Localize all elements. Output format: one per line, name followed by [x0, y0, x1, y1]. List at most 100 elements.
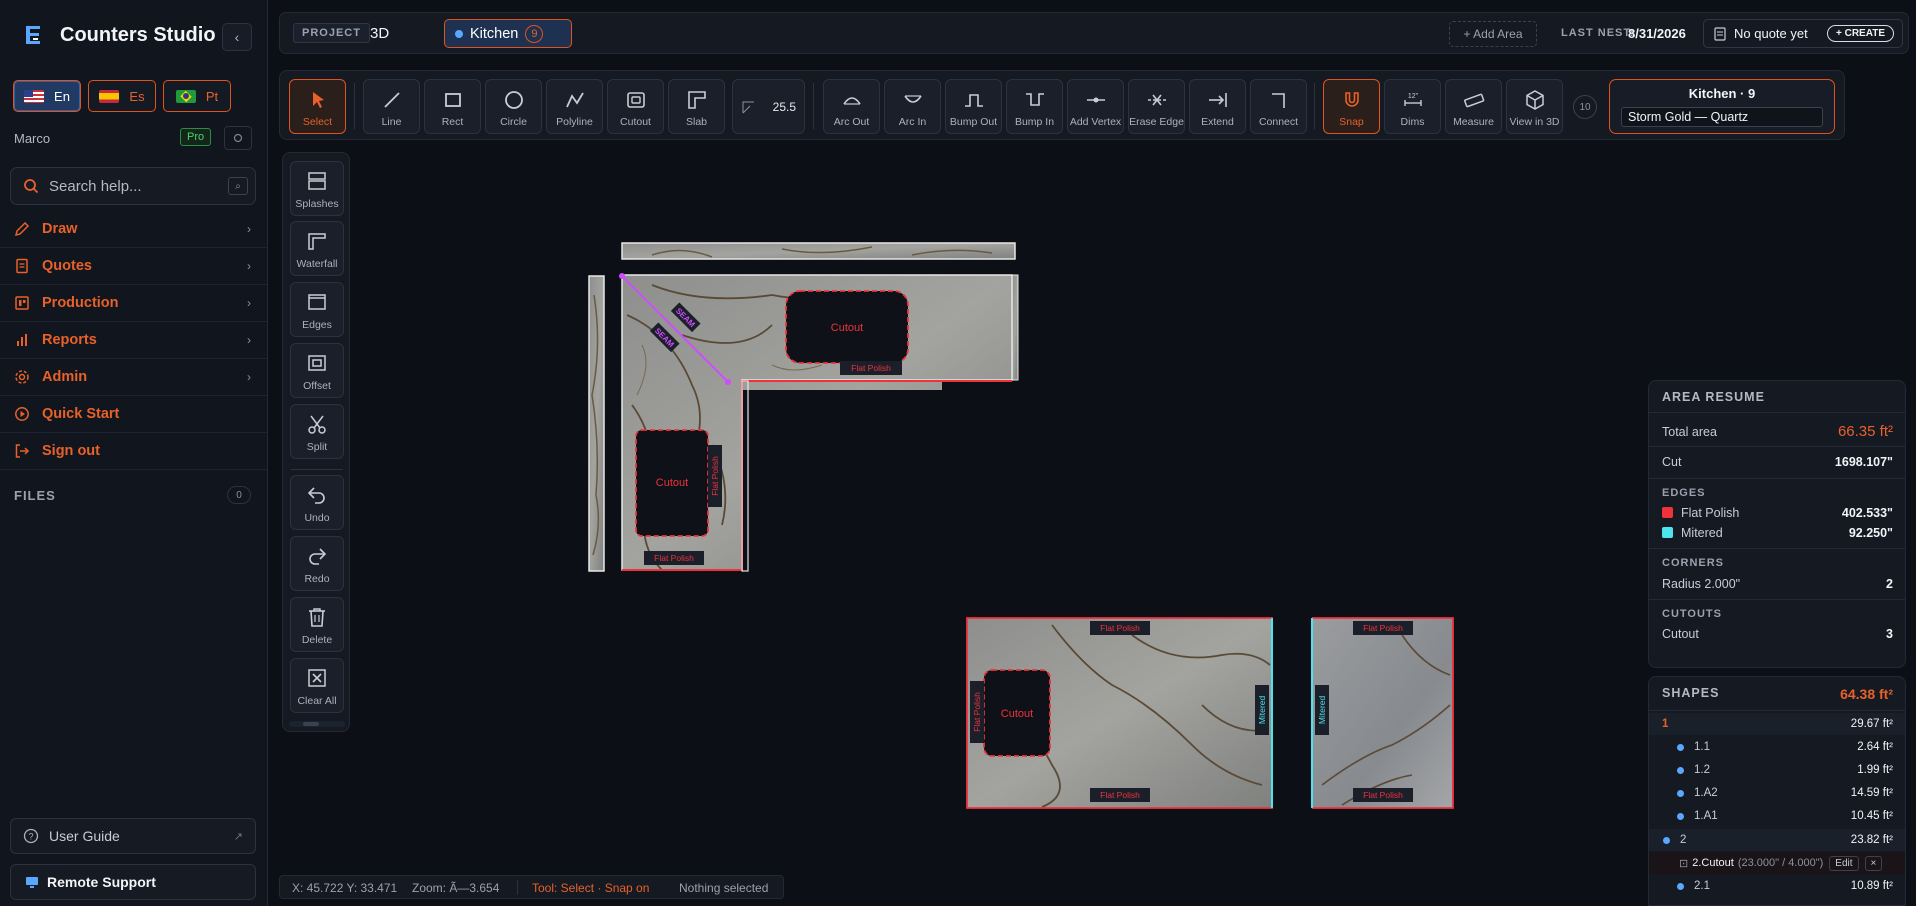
- side-tool-splashes[interactable]: Splashes: [290, 161, 344, 216]
- add-area-button[interactable]: + Add Area: [1449, 21, 1537, 47]
- tool-add-vertex[interactable]: Add Vertex: [1067, 79, 1124, 134]
- production-icon: [15, 296, 29, 310]
- edges-icon: [308, 294, 326, 310]
- shape-row[interactable]: 2 23.82 ft²: [1649, 829, 1905, 851]
- language-switcher: En Es Pt: [13, 80, 231, 112]
- tool-slab[interactable]: Slab: [668, 79, 725, 134]
- nav-item-quick-start[interactable]: Quick Start: [0, 396, 267, 433]
- user-settings-button[interactable]: [224, 126, 252, 150]
- shape-area: 1.99 ft²: [1857, 764, 1893, 776]
- nav-item-quotes[interactable]: Quotes ›: [0, 248, 267, 285]
- tool-rect[interactable]: Rect: [424, 79, 481, 134]
- flat-polish-tag: Flat Polish: [1100, 623, 1140, 633]
- nav-item-sign-out[interactable]: Sign out: [0, 433, 267, 470]
- tool-line[interactable]: Line: [363, 79, 420, 134]
- nav-item-admin[interactable]: Admin ›: [0, 359, 267, 396]
- language-es-button[interactable]: Es: [88, 80, 156, 112]
- nav-item-draw[interactable]: Draw ›: [0, 211, 267, 248]
- last-nest-date: 8/31/2026: [1628, 26, 1686, 41]
- flat-polish-tag: Flat Polish: [1363, 790, 1403, 800]
- create-quote-button[interactable]: + CREATE: [1827, 25, 1894, 42]
- total-area-row: Total area 66.35 ft²: [1662, 423, 1893, 440]
- edit-cutout-button[interactable]: Edit: [1829, 855, 1859, 871]
- tool-select[interactable]: Select: [289, 79, 346, 134]
- bump-out-icon: [964, 94, 983, 107]
- side-tool-redo[interactable]: Redo: [290, 536, 344, 591]
- sidebar: Counters Studio ‹ En Es Pt Marco Pro ⌕ D…: [0, 0, 268, 906]
- shape-row[interactable]: 1.2 1.99 ft²: [1649, 759, 1905, 781]
- gear-icon: [15, 370, 29, 384]
- tool-bump-in[interactable]: Bump In: [1006, 79, 1063, 134]
- side-tool-edges[interactable]: Edges: [290, 282, 344, 337]
- flat-polish-swatch: [1662, 507, 1673, 518]
- side-tool-waterfall[interactable]: Waterfall: [290, 221, 344, 276]
- tool-cutout[interactable]: Cutout: [607, 79, 664, 134]
- mitered-tag: Mitered: [1317, 696, 1327, 725]
- tool-label: Line: [381, 116, 402, 128]
- tool-circle[interactable]: Circle: [485, 79, 542, 134]
- tool-polyline[interactable]: Polyline: [546, 79, 603, 134]
- side-tool-label: Redo: [304, 573, 330, 585]
- cutout-shape-row[interactable]: ⊡ 2.Cutout (23.000" / 4.000") Edit ×: [1649, 852, 1905, 874]
- tool-bump-out[interactable]: Bump Out: [945, 79, 1002, 134]
- arc-in-icon: [903, 95, 922, 103]
- undo-icon: [307, 487, 325, 504]
- files-count-badge: 0: [227, 486, 251, 504]
- tool-label: Extend: [1201, 116, 1234, 128]
- shape-row[interactable]: 1.1 2.64 ft²: [1649, 736, 1905, 758]
- side-tool-undo[interactable]: Undo: [290, 475, 344, 530]
- remote-support-button[interactable]: Remote Support: [10, 864, 256, 900]
- tool-label: Select: [302, 116, 333, 128]
- side-tool-delete[interactable]: Delete: [290, 597, 344, 652]
- drawing-canvas[interactable]: Cutout Flat Polish Cutout Flat Polish Fl…: [352, 145, 1642, 865]
- tool-erase-edge[interactable]: Erase Edge: [1128, 79, 1185, 134]
- panel-divider: [1649, 710, 1905, 711]
- tool-arc-in[interactable]: Arc In: [884, 79, 941, 134]
- shape-row[interactable]: 2.1 10.89 ft²: [1649, 875, 1905, 897]
- side-tool-split[interactable]: Split: [290, 404, 344, 459]
- area-tab-kitchen[interactable]: Kitchen 9: [444, 19, 572, 48]
- side-panel-piece[interactable]: [1311, 617, 1454, 809]
- shape-row[interactable]: 1 29.67 ft²: [1649, 713, 1905, 735]
- toolbar-separator: [813, 83, 814, 129]
- remove-cutout-button[interactable]: ×: [1864, 855, 1883, 871]
- panel-scrollbar[interactable]: [289, 721, 345, 727]
- nav-item-reports[interactable]: Reports ›: [0, 322, 267, 359]
- cutout-row-name: 2.Cutout: [1692, 857, 1734, 869]
- language-en-button[interactable]: En: [13, 80, 81, 112]
- shape-id: 1: [1662, 718, 1669, 730]
- tool-snap[interactable]: Snap: [1323, 79, 1380, 134]
- shape-row[interactable]: 1.A1 10.45 ft²: [1649, 805, 1905, 827]
- shape-row[interactable]: 1.A2 14.59 ft²: [1649, 782, 1905, 804]
- area-material-card[interactable]: Kitchen · 9 Storm Gold — Quartz: [1609, 79, 1835, 134]
- language-pt-button[interactable]: Pt: [163, 80, 231, 112]
- shape-dot-icon: [1663, 836, 1670, 844]
- side-tool-clear-all[interactable]: Clear All: [290, 658, 344, 713]
- tool-label: Slab: [685, 116, 707, 128]
- tool-arc-out[interactable]: Arc Out: [823, 79, 880, 134]
- es-flag-icon: [99, 89, 120, 103]
- edge-row-mitered: Mitered 92.250": [1662, 526, 1893, 540]
- right-splash-piece[interactable]: [1011, 274, 1019, 381]
- corner-radius-input[interactable]: 25.5: [732, 79, 805, 134]
- tool-measure[interactable]: Measure: [1445, 79, 1502, 134]
- material-select[interactable]: Storm Gold — Quartz: [1621, 107, 1823, 127]
- tool-label: Connect: [1258, 116, 1299, 128]
- redo-icon: [309, 548, 327, 565]
- tool-view-3d[interactable]: View in 3D: [1506, 79, 1563, 134]
- cutout-row-dims: (23.000" / 4.000"): [1737, 857, 1824, 869]
- side-tool-label: Split: [306, 441, 328, 453]
- tool-connect[interactable]: Connect: [1250, 79, 1307, 134]
- search-input[interactable]: [49, 177, 219, 195]
- user-guide-button[interactable]: ? User Guide ↗: [10, 818, 256, 854]
- clear-all-icon: [308, 669, 326, 687]
- collapse-sidebar-button[interactable]: ‹: [222, 23, 252, 51]
- tool-extend[interactable]: Extend: [1189, 79, 1246, 134]
- cutout-label: Cutout: [656, 477, 688, 489]
- project-name[interactable]: 3D: [370, 25, 389, 42]
- tool-dims[interactable]: 12" Dims: [1384, 79, 1441, 134]
- total-area-value: 66.35 ft²: [1837, 423, 1893, 440]
- brand[interactable]: Counters Studio: [20, 22, 216, 48]
- nav-item-production[interactable]: Production ›: [0, 285, 267, 322]
- side-tool-offset[interactable]: Offset: [290, 343, 344, 398]
